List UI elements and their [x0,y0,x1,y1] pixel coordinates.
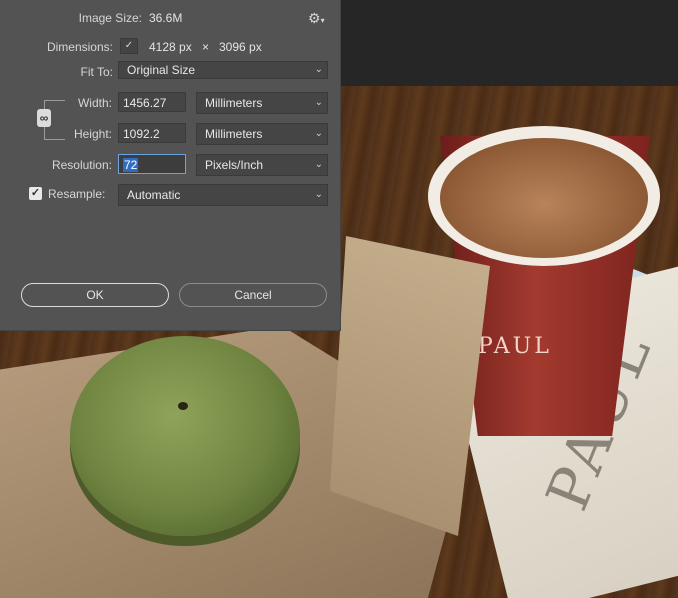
chevron-down-icon: ⌄ [314,159,323,170]
resample-value: Automatic [127,188,181,202]
chevron-down-icon[interactable]: ✓ [120,38,138,54]
resample-select[interactable]: Automatic ⌄ [118,184,328,206]
gear-icon[interactable]: ⚙▾ [308,10,325,27]
coffee [440,138,648,258]
height-unit-select[interactable]: Millimeters ⌄ [196,123,328,145]
fit-to-label: Fit To: [80,65,113,79]
chevron-down-icon: ⌄ [314,128,323,139]
image-size-value: 36.6M [149,11,183,25]
macaron-spot [178,402,188,410]
macaron [70,336,300,536]
height-label: Height: [73,127,112,141]
dimensions-label: Dimensions: [46,40,113,54]
resolution-input[interactable]: 72 [118,154,186,174]
chevron-down-icon: ⌄ [314,189,323,200]
chevron-down-icon: ⌄ [314,97,323,108]
resolution-label: Resolution: [51,158,112,172]
fit-to-value: Original Size [127,63,196,77]
dimensions-width: 4128 px [149,40,192,54]
width-unit-select[interactable]: Millimeters ⌄ [196,92,328,114]
fit-to-select[interactable]: Original Size ⌄ [118,61,328,79]
width-input[interactable]: 1456.27 [118,92,186,112]
resample-label: Resample: [48,187,106,201]
image-size-dialog: Image Size: 36.6M ⚙▾ Dimensions: ✓ 4128 … [0,0,341,331]
width-unit-value: Millimeters [205,96,263,110]
dimensions-times: × [202,40,210,54]
height-input[interactable]: 1092.2 [118,123,186,143]
resolution-unit-value: Pixels/Inch [205,158,264,172]
chevron-down-icon: ⌄ [314,64,323,75]
resolution-value: 72 [123,158,139,172]
resample-checkbox[interactable]: ✓ [29,187,42,200]
check-icon: ✓ [30,187,41,199]
resolution-unit-select[interactable]: Pixels/Inch ⌄ [196,154,328,176]
width-label: Width: [77,96,112,110]
ok-button[interactable]: OK [21,283,169,307]
cup-logo: PAUL [478,334,552,359]
dimensions-height: 3096 px [219,40,262,54]
link-icon[interactable]: ∞ [37,109,51,127]
paper-flap [330,236,490,536]
height-unit-value: Millimeters [205,127,263,141]
image-size-label: Image Size: [78,11,142,25]
cancel-button[interactable]: Cancel [179,283,327,307]
